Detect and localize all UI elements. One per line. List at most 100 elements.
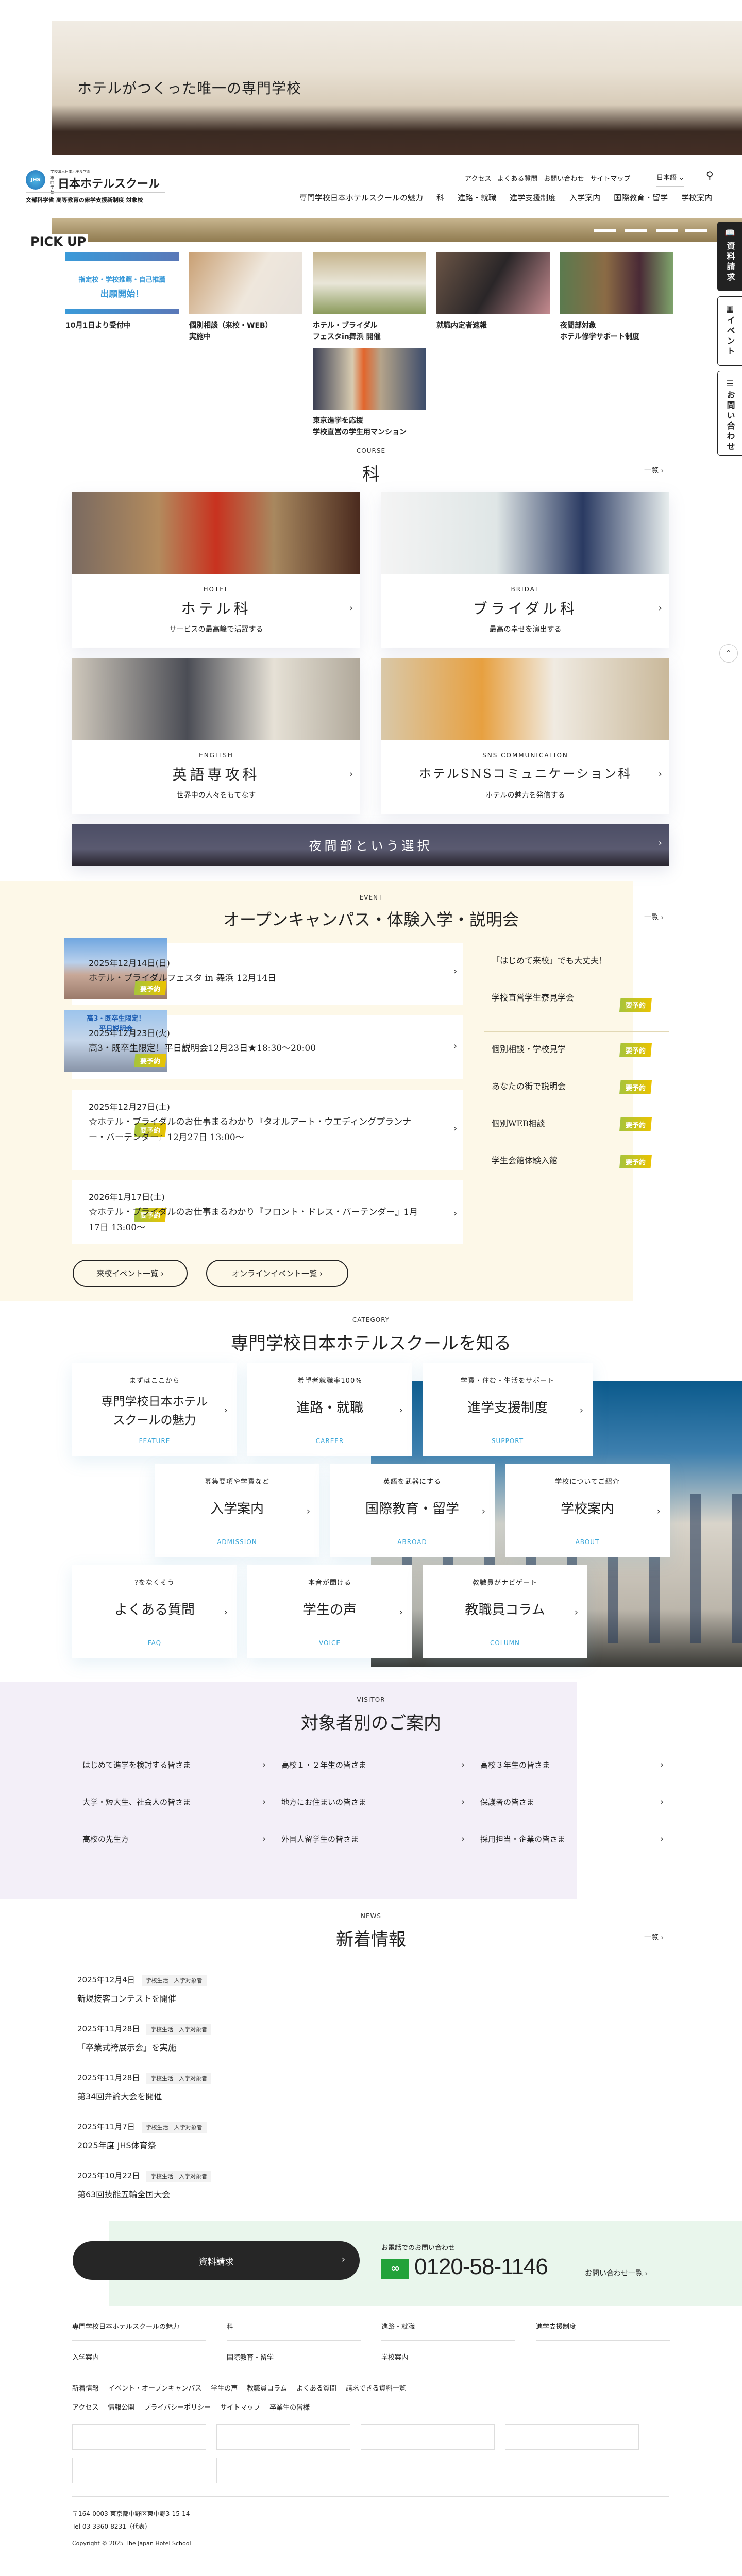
visitor-item[interactable]: 大学・短大生、社会人の皆さま › xyxy=(82,1797,271,1807)
visitor-item[interactable]: 高校３年生の皆さま › xyxy=(480,1759,669,1770)
pickup-image[interactable] xyxy=(189,252,302,314)
language-select[interactable]: 日本語 ⌄ xyxy=(656,172,685,187)
event-more-link[interactable]: 一覧 › xyxy=(644,912,664,922)
footer-banner[interactable] xyxy=(361,2424,495,2450)
side-tab-contact[interactable]: ☰ お問い合わせ xyxy=(717,371,742,456)
footer-banner[interactable] xyxy=(216,2458,350,2483)
nav-contact[interactable]: お問い合わせ xyxy=(544,175,584,183)
footer-banner[interactable] xyxy=(72,2424,206,2450)
night-course-banner[interactable]: 夜間部という選択 › xyxy=(72,824,669,866)
scroll-top-button[interactable]: ⌃ xyxy=(719,644,738,663)
footer-link[interactable]: 情報公開 xyxy=(108,2404,134,2412)
course-card-hotel[interactable]: HOTEL ホテル科 サービスの最高峰で活躍する › xyxy=(72,492,360,648)
footer-link[interactable]: 教職員コラム xyxy=(247,2385,287,2393)
slider-dot[interactable] xyxy=(594,229,616,232)
slider-dot[interactable] xyxy=(685,229,707,232)
event-type-item[interactable]: 学生会館体験入館 要予約 xyxy=(484,1143,669,1180)
pickup-image[interactable] xyxy=(560,252,673,314)
footer-link[interactable]: 学生の声 xyxy=(211,2385,238,2393)
pickup-caption[interactable]: 個別相談（来校・WEB） 実施中 xyxy=(189,320,273,343)
footer-nav-support[interactable]: 進学支援制度 xyxy=(536,2321,670,2341)
news-item[interactable]: 2025年10月22日 学校生活 入学対象者 第63回技能五輪全国大会 xyxy=(72,2159,669,2208)
contact-list-link[interactable]: お問い合わせ一覧 › xyxy=(585,2268,648,2278)
nav-about[interactable]: 学校案内 xyxy=(681,193,712,202)
pickup-image[interactable] xyxy=(313,252,426,314)
footer-link[interactable]: 卒業生の皆様 xyxy=(269,2404,310,2412)
news-item[interactable]: 2025年11月28日 学校生活 入学対象者 第34回弁論大会を開催 xyxy=(72,2061,669,2110)
nav-career[interactable]: 進路・就職 xyxy=(458,193,496,202)
visitor-item[interactable]: 高校１・２年生の皆さま › xyxy=(281,1759,470,1770)
side-tab-event[interactable]: ▦ イベント xyxy=(717,296,742,366)
event-type-item[interactable]: 個別相談・学校見学 要予約 xyxy=(484,1031,669,1069)
category-card-career[interactable]: 希望者就職率100% 進路・就職 CAREER › xyxy=(247,1363,412,1456)
online-events-button[interactable]: オンラインイベント一覧 › xyxy=(206,1260,348,1287)
pickup-image[interactable] xyxy=(313,348,426,410)
nav-course[interactable]: 科 xyxy=(436,193,444,202)
footer-nav-course[interactable]: 科 xyxy=(227,2321,361,2341)
footer-link[interactable]: サイトマップ xyxy=(220,2404,260,2412)
phone-number[interactable]: 0120-58-1146 xyxy=(414,2254,548,2280)
category-card-voice[interactable]: 本音が聞ける 学生の声 VOICE › xyxy=(247,1565,412,1658)
footer-link[interactable]: プライバシーポリシー xyxy=(144,2404,211,2412)
slider-dot[interactable] xyxy=(656,229,678,232)
event-type-item[interactable]: 学校直営学生寮見学会 要予約 xyxy=(484,980,669,1031)
request-materials-button[interactable]: 資料請求 › xyxy=(73,2241,360,2280)
category-card-column[interactable]: 教職員がナビゲート 教職員コラム COLUMN › xyxy=(423,1565,587,1658)
news-date: 2025年11月7日 xyxy=(77,2122,135,2131)
visitor-item[interactable]: はじめて進学を検討する皆さま › xyxy=(82,1759,271,1770)
category-card-faq[interactable]: ?をなくそう よくある質問 FAQ › xyxy=(72,1565,237,1658)
side-tab-request[interactable]: 📖 資料請求 xyxy=(717,222,742,291)
search-icon[interactable]: ⚲ xyxy=(706,169,714,181)
pickup-caption[interactable]: 夜間部対象 ホテル修学サポート制度 xyxy=(560,320,639,343)
pickup-caption[interactable]: ホテル・ブライダル フェスタin舞浜 開催 xyxy=(313,320,381,343)
nav-admission[interactable]: 入学案内 xyxy=(569,193,600,202)
footer-link[interactable]: アクセス xyxy=(72,2404,98,2412)
event-type-item[interactable]: 個別WEB相談 要予約 xyxy=(484,1106,669,1143)
visitor-item[interactable]: 地方にお住まいの皆さま › xyxy=(281,1797,470,1807)
footer-nav-feature[interactable]: 専門学校日本ホテルスクールの魅力 xyxy=(72,2321,206,2341)
nav-access[interactable]: アクセス xyxy=(465,175,491,183)
pickup-caption[interactable]: 10月1日より受付中 xyxy=(65,320,131,331)
footer-nav-career[interactable]: 進路・就職 xyxy=(381,2321,515,2341)
pickup-caption[interactable]: 東京進学を応援 学校直営の学生用マンション xyxy=(313,415,407,438)
course-card-sns[interactable]: SNS COMMUNICATION ホテルSNSコミュニケーション科 ホテルの魅… xyxy=(381,658,669,814)
footer-banner[interactable] xyxy=(505,2424,639,2450)
course-more-link[interactable]: 一覧 › xyxy=(644,465,664,476)
nav-faq[interactable]: よくある質問 xyxy=(497,175,537,183)
footer-banner[interactable] xyxy=(72,2458,206,2483)
category-card-admission[interactable]: 募集要項や学費など 入学案内 ADMISSION › xyxy=(155,1464,319,1557)
pickup-banner[interactable]: 指定校・学校推薦・自己推薦 出願開始！ xyxy=(65,252,179,314)
category-card-feature[interactable]: まずはここから 専門学校日本ホテル スクールの魅力 FEATURE › xyxy=(72,1363,237,1456)
footer-nav-admission[interactable]: 入学案内 xyxy=(72,2352,206,2371)
nav-sitemap[interactable]: サイトマップ xyxy=(590,175,630,183)
visitor-item[interactable]: 高校の先生方 › xyxy=(82,1834,271,1844)
footer-link[interactable]: 請求できる資料一覧 xyxy=(346,2385,406,2393)
category-card-abroad[interactable]: 英語を武器にする 国際教育・留学 ABROAD › xyxy=(330,1464,495,1557)
category-card-support[interactable]: 学費・住む・生活をサポート 進学支援制度 SUPPORT › xyxy=(423,1363,593,1456)
footer-link[interactable]: よくある質問 xyxy=(296,2385,336,2393)
nav-abroad[interactable]: 国際教育・留学 xyxy=(614,193,668,202)
event-type-item[interactable]: 「はじめて来校」でも大丈夫！ xyxy=(484,943,669,980)
nav-support[interactable]: 進学支援制度 xyxy=(510,193,556,202)
nav-feature[interactable]: 専門学校日本ホテルスクールの魅力 xyxy=(299,193,423,202)
campus-events-button[interactable]: 来校イベント一覧 › xyxy=(73,1260,188,1287)
news-item[interactable]: 2025年11月7日 学校生活 入学対象者 2025年度 JHS体育祭 xyxy=(72,2110,669,2159)
visitor-item[interactable]: 採用担当・企業の皆さま › xyxy=(480,1834,669,1844)
footer-banner[interactable] xyxy=(216,2424,350,2450)
course-card-bridal[interactable]: BRIDAL ブライダル科 最高の幸せを演出する › xyxy=(381,492,669,648)
visitor-item[interactable]: 外国人留学生の皆さま › xyxy=(281,1834,470,1844)
event-type-item[interactable]: あなたの街で説明会 要予約 xyxy=(484,1069,669,1106)
course-card-english[interactable]: ENGLISH 英語専攻科 世界中の人々をもてなす › xyxy=(72,658,360,814)
category-card-about[interactable]: 学校についてご紹介 学校案内 ABOUT › xyxy=(505,1464,670,1557)
pickup-caption[interactable]: 就職内定者速報 xyxy=(436,320,487,331)
pickup-image[interactable] xyxy=(436,252,550,314)
slider-dot[interactable] xyxy=(625,229,647,232)
footer-link[interactable]: イベント・オープンキャンパス xyxy=(108,2385,201,2393)
news-item[interactable]: 2025年11月28日 学校生活 入学対象者 「卒業式袴展示会」を実施 xyxy=(72,2012,669,2061)
news-item[interactable]: 2025年12月4日 学校生活 入学対象者 新規接客コンテストを開催 xyxy=(72,1963,669,2012)
news-more-link[interactable]: 一覧 › xyxy=(644,1932,664,1942)
footer-nav-about[interactable]: 学校案内 xyxy=(381,2352,515,2371)
footer-nav-abroad[interactable]: 国際教育・留学 xyxy=(227,2352,361,2371)
footer-link[interactable]: 新着情報 xyxy=(72,2385,99,2393)
visitor-item[interactable]: 保護者の皆さま › xyxy=(480,1797,669,1807)
